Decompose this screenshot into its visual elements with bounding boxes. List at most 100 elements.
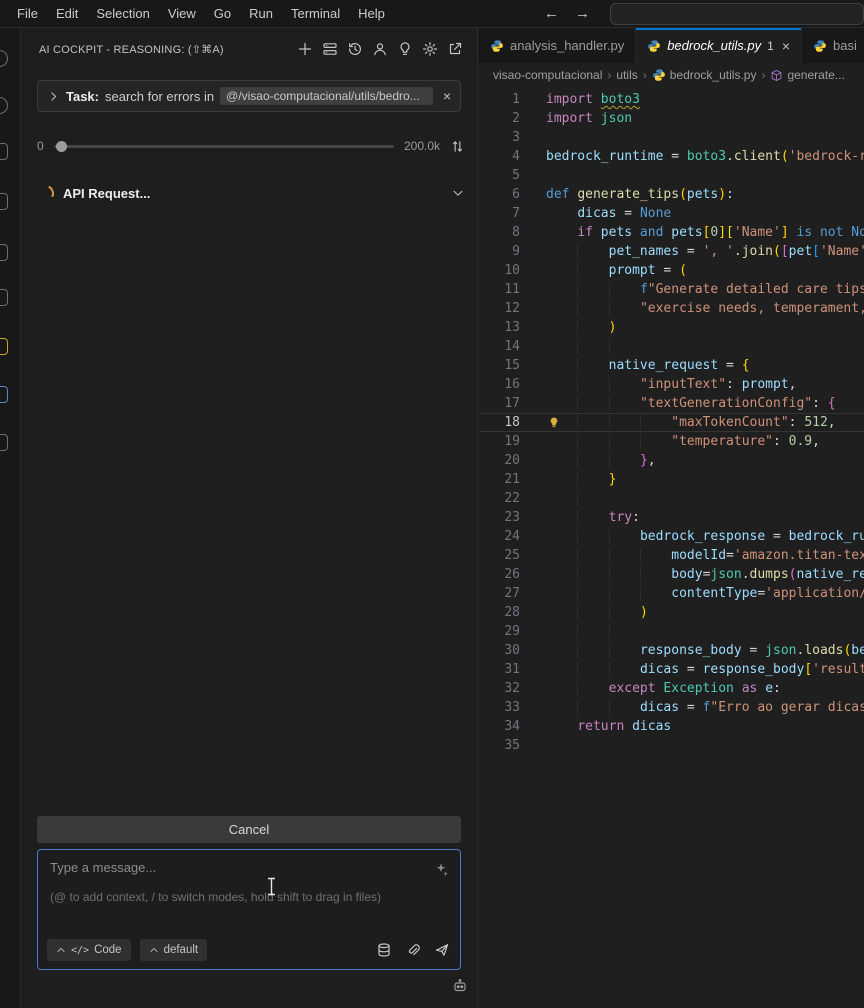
code-line-1[interactable]: 1import boto3	[479, 90, 864, 109]
close-icon[interactable]: ×	[443, 89, 451, 103]
assistant-robot-icon[interactable]	[452, 978, 468, 994]
paperclip-icon[interactable]	[405, 942, 421, 958]
code-line-9[interactable]: 9 pet_names = ', '.join([pet['Name'	[479, 242, 864, 261]
api-request-row[interactable]: API Request...	[37, 183, 465, 203]
lightbulb-icon[interactable]	[548, 416, 560, 429]
menu-file[interactable]: File	[8, 0, 47, 28]
line-number: 21	[479, 470, 520, 489]
activity-icon-1[interactable]	[0, 50, 8, 67]
breadcrumb-item-utils[interactable]: utils	[616, 68, 637, 82]
close-icon[interactable]: ×	[782, 38, 790, 54]
message-input-placeholder[interactable]: Type a message...	[50, 860, 448, 875]
forward-arrow-icon[interactable]: →	[567, 5, 598, 22]
breadcrumb-item-visao-computacional[interactable]: visao-computacional	[493, 68, 602, 82]
new-task-icon[interactable]	[297, 41, 313, 57]
activity-icon-6[interactable]	[0, 289, 8, 306]
code-line-17[interactable]: 17 "textGenerationConfig": {	[479, 394, 864, 413]
task-context-chip[interactable]: @/visao-computacional/utils/bedro...	[220, 87, 433, 105]
send-icon[interactable]	[434, 942, 450, 958]
menu-go[interactable]: Go	[205, 0, 240, 28]
history-icon[interactable]	[347, 41, 363, 57]
mode-selector[interactable]: </> Code	[47, 939, 131, 961]
tab-badge: 1	[767, 39, 774, 53]
activity-icon-4[interactable]	[0, 193, 8, 210]
code-line-18[interactable]: 18 "maxTokenCount": 512,	[479, 413, 864, 432]
code-line-24[interactable]: 24 bedrock_response = bedrock_ru	[479, 527, 864, 546]
account-icon[interactable]	[372, 41, 388, 57]
code-line-4[interactable]: 4bedrock_runtime = boto3.client('bedrock…	[479, 147, 864, 166]
server-list-icon[interactable]	[322, 41, 338, 57]
command-center-search[interactable]	[610, 3, 864, 25]
code-line-21[interactable]: 21 }	[479, 470, 864, 489]
code-line-14[interactable]: 14	[479, 337, 864, 356]
code-line-34[interactable]: 34 return dicas	[479, 717, 864, 736]
tab-bedrock_utils.py[interactable]: bedrock_utils.py1×	[636, 28, 802, 63]
code-line-20[interactable]: 20 },	[479, 451, 864, 470]
code-line-28[interactable]: 28 )	[479, 603, 864, 622]
code-line-26[interactable]: 26 body=json.dumps(native_re	[479, 565, 864, 584]
breadcrumb-separator: ›	[643, 68, 647, 82]
code-line-15[interactable]: 15 native_request = {	[479, 356, 864, 375]
code-line-35[interactable]: 35	[479, 736, 864, 755]
open-external-icon[interactable]	[447, 41, 463, 57]
code-line-30[interactable]: 30 response_body = json.loads(be	[479, 641, 864, 660]
activity-icon-7[interactable]	[0, 434, 8, 451]
task-panel[interactable]: Task: search for errors in @/visao-compu…	[37, 80, 461, 112]
lightbulb-icon[interactable]	[397, 41, 413, 57]
menu-terminal[interactable]: Terminal	[282, 0, 349, 28]
code-line-29[interactable]: 29	[479, 622, 864, 641]
python-file-icon	[490, 39, 504, 53]
message-composer[interactable]: Type a message... (@ to add context, / t…	[37, 849, 461, 970]
code-line-10[interactable]: 10 prompt = (	[479, 261, 864, 280]
activity-icon-3[interactable]	[0, 143, 8, 160]
code-line-6[interactable]: 6def generate_tips(pets):	[479, 185, 864, 204]
menu-edit[interactable]: Edit	[47, 0, 87, 28]
code-line-32[interactable]: 32 except Exception as e:	[479, 679, 864, 698]
code-line-7[interactable]: 7 dicas = None	[479, 204, 864, 223]
menu-selection[interactable]: Selection	[87, 0, 158, 28]
code-line-2[interactable]: 2import json	[479, 109, 864, 128]
activity-icon-settings[interactable]	[0, 386, 8, 403]
api-profile-selector[interactable]: default	[140, 939, 208, 961]
menu-help[interactable]: Help	[349, 0, 394, 28]
code-line-8[interactable]: 8 if pets and pets[0]['Name'] is not Non	[479, 223, 864, 242]
line-number: 10	[479, 261, 520, 280]
breadcrumb-item-generate...[interactable]: generate...	[770, 68, 844, 82]
line-number: 1	[479, 90, 520, 109]
context-window-icon[interactable]	[450, 139, 465, 154]
menu-run[interactable]: Run	[240, 0, 282, 28]
code-line-33[interactable]: 33 dicas = f"Erro ao gerar dicas	[479, 698, 864, 717]
code-line-27[interactable]: 27 contentType='application/j	[479, 584, 864, 603]
chevron-down-icon[interactable]	[451, 186, 465, 200]
cancel-button[interactable]: Cancel	[37, 816, 461, 843]
tab-basi[interactable]: basi	[802, 28, 864, 63]
activity-icon-5[interactable]	[0, 244, 8, 261]
back-arrow-icon[interactable]: ←	[536, 5, 567, 22]
tab-analysis_handler.py[interactable]: analysis_handler.py	[479, 28, 636, 63]
code-line-11[interactable]: 11 f"Generate detailed care tips	[479, 280, 864, 299]
code-line-3[interactable]: 3	[479, 128, 864, 147]
context-slider[interactable]	[54, 145, 394, 148]
code-line-16[interactable]: 16 "inputText": prompt,	[479, 375, 864, 394]
code-line-25[interactable]: 25 modelId='amazon.titan-tex	[479, 546, 864, 565]
chevron-right-icon[interactable]	[47, 90, 60, 103]
code-line-19[interactable]: 19 "temperature": 0.9,	[479, 432, 864, 451]
line-number: 15	[479, 356, 520, 375]
menu-view[interactable]: View	[159, 0, 205, 28]
code-line-31[interactable]: 31 dicas = response_body['result	[479, 660, 864, 679]
sparkle-icon[interactable]	[433, 861, 449, 877]
activity-icon-extension[interactable]	[0, 338, 8, 355]
gear-icon[interactable]	[422, 41, 438, 57]
code-editor[interactable]: 1import boto32import json34bedrock_runti…	[479, 87, 864, 1008]
slider-thumb[interactable]	[56, 141, 67, 152]
code-line-12[interactable]: 12 "exercise needs, temperament,	[479, 299, 864, 318]
activity-icon-2[interactable]	[0, 97, 8, 114]
database-icon[interactable]	[376, 942, 392, 958]
code-line-23[interactable]: 23 try:	[479, 508, 864, 527]
breadcrumb[interactable]: visao-computacional›utils›bedrock_utils.…	[479, 63, 864, 87]
breadcrumb-item-bedrock_utils.py[interactable]: bedrock_utils.py	[652, 68, 757, 82]
code-line-13[interactable]: 13 )	[479, 318, 864, 337]
code-line-5[interactable]: 5	[479, 166, 864, 185]
line-number: 31	[479, 660, 520, 679]
code-line-22[interactable]: 22	[479, 489, 864, 508]
